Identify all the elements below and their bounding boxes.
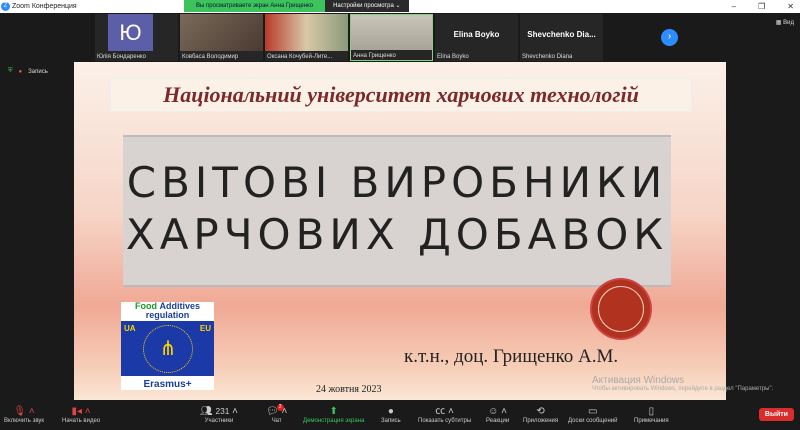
participant-strip: Ю Юлія Бондаренко Ковбаса Володимир Оксан… bbox=[95, 14, 603, 61]
recording-indicator: ⛨ ● Запись bbox=[8, 68, 48, 75]
erasmus-logo: Food Additives regulation UA EU ⋔ Erasmu… bbox=[121, 302, 214, 390]
slide-title: СВІТОВІ ВИРОБНИКИ ХАРЧОВИХ ДОБАВОК bbox=[123, 135, 671, 287]
chat-label: Чат bbox=[271, 418, 282, 424]
video-feed bbox=[180, 14, 263, 51]
share-banner: Вы просматриваете экран Анна Грищенко На… bbox=[184, 0, 409, 12]
reactions-button[interactable]: ☺ ˄ Реакции bbox=[486, 405, 509, 424]
mic-muted-icon: 🎙︎ ˄ bbox=[13, 406, 35, 417]
participant-name: Shevchenko Diana bbox=[522, 54, 573, 60]
date: 24 жовтня 2023 bbox=[316, 384, 382, 395]
reactions-label: Реакции bbox=[486, 418, 510, 424]
video-feed bbox=[265, 14, 348, 51]
share-status: Вы просматриваете экран Анна Грищенко bbox=[184, 0, 326, 12]
author: к.т.н., доц. Грищенко А.М. bbox=[404, 346, 619, 367]
next-page-chevron-icon[interactable]: › bbox=[661, 29, 678, 46]
notes-button[interactable]: ▯ Примечания bbox=[634, 405, 669, 424]
participant-name: Ковбаса Володимир bbox=[182, 54, 239, 60]
maximize-button[interactable]: ❐ bbox=[758, 0, 765, 13]
shared-slide: Національний університет харчових технол… bbox=[74, 62, 726, 400]
start-video-label: Начать видео bbox=[62, 418, 101, 424]
participant-name: Оксана Кочубей-Лите... bbox=[267, 54, 333, 60]
logo-erasmus: Erasmus+ bbox=[143, 379, 192, 390]
unmute-label: Включить звук bbox=[4, 418, 45, 424]
participants-count: 231 bbox=[215, 406, 230, 416]
video-off-icon: ▮◂ ˄ bbox=[71, 406, 91, 417]
recording-label: Запись bbox=[28, 68, 48, 75]
share-label: Демонстрация экрана bbox=[303, 418, 365, 424]
trident-icon: ⋔ bbox=[143, 325, 193, 373]
share-screen-icon: ⬆ bbox=[329, 406, 338, 417]
whiteboards-label: Доски сообщений bbox=[568, 418, 618, 424]
participant-display-name: Elina Boyko bbox=[453, 30, 500, 39]
window-controls: – ❐ ✕ bbox=[732, 0, 794, 13]
shield-icon: ⛨ bbox=[8, 68, 13, 74]
view-options-button[interactable]: Настройки просмотра ⌄ bbox=[325, 0, 409, 12]
captions-button[interactable]: ㏄ ˄ Показать субтитры bbox=[418, 405, 471, 424]
apps-icon: ⟲ bbox=[536, 406, 545, 417]
windows-activation-watermark: Активация Windows Чтобы активировать Win… bbox=[592, 375, 773, 392]
participant-tile[interactable]: Ковбаса Володимир bbox=[180, 14, 263, 61]
title-line-1: СВІТОВІ ВИРОБНИКИ bbox=[126, 158, 668, 207]
close-button[interactable]: ✕ bbox=[787, 0, 794, 13]
record-icon: ● bbox=[387, 406, 394, 417]
chat-button[interactable]: 💬︎ ˄ 2 Чат bbox=[266, 404, 287, 424]
minimize-button[interactable]: – bbox=[732, 0, 736, 13]
whiteboard-icon: ▭ bbox=[588, 406, 598, 417]
participants-button[interactable]: 👥︎ 231 ˄ Участники bbox=[200, 405, 238, 424]
participant-tile[interactable]: Elina Boyko Elina Boyko bbox=[435, 14, 518, 61]
unmute-button[interactable]: 🎙︎ ˄ Включить звук bbox=[4, 405, 44, 424]
logo-eu: EU bbox=[199, 324, 211, 333]
watermark-subtitle: Чтобы активировать Windows, перейдите в … bbox=[592, 386, 774, 392]
record-dot-icon: ● bbox=[18, 68, 23, 75]
view-button[interactable]: ▦ Вид bbox=[776, 19, 794, 26]
avatar: Ю bbox=[108, 14, 153, 51]
record-label: Запись bbox=[381, 418, 401, 424]
participant-tile[interactable]: Оксана Кочубей-Лите... bbox=[265, 14, 348, 61]
participant-display-name: Shevchenko Dia... bbox=[527, 30, 596, 39]
captions-label: Показать субтитры bbox=[418, 418, 472, 424]
logo-regulation: regulation bbox=[145, 310, 190, 320]
smiley-icon: ☺ ˄ bbox=[488, 406, 507, 417]
university-name: Національний університет харчових технол… bbox=[110, 78, 692, 112]
title-line-2: ХАРЧОВИХ ДОБАВОК bbox=[125, 210, 669, 259]
participants-icon: 👥︎ 231 ˄ bbox=[200, 406, 239, 417]
participant-name: Elina Boyko bbox=[437, 54, 469, 60]
participant-tile[interactable]: Анна Грищенко bbox=[350, 14, 433, 61]
notes-label: Примечания bbox=[634, 418, 669, 424]
whiteboards-button[interactable]: ▭ Доски сообщений bbox=[568, 405, 618, 424]
chat-badge: 2 bbox=[276, 404, 284, 411]
participant-tile[interactable]: Shevchenko Dia... Shevchenko Diana bbox=[520, 14, 603, 61]
participant-tile[interactable]: Ю Юлія Бондаренко bbox=[95, 14, 178, 61]
view-label: Вид bbox=[783, 20, 794, 26]
watermark-title: Активация Windows bbox=[592, 375, 685, 386]
seal-decoration bbox=[592, 280, 650, 338]
notes-icon: ▯ bbox=[648, 406, 655, 417]
meeting-toolbar: 🎙︎ ˄ Включить звук ▮◂ ˄ Начать видео 👥︎ 23… bbox=[0, 402, 800, 430]
start-video-button[interactable]: ▮◂ ˄ Начать видео bbox=[62, 405, 100, 424]
logo-ua: UA bbox=[124, 324, 136, 333]
share-screen-button[interactable]: ⬆ Демонстрация экрана bbox=[303, 405, 364, 424]
apps-button[interactable]: ⟲ Приложения bbox=[523, 405, 558, 424]
participant-name: Анна Грищенко bbox=[353, 53, 396, 59]
apps-label: Приложения bbox=[523, 418, 559, 424]
record-button[interactable]: ● Запись bbox=[381, 405, 401, 424]
participant-name: Юлія Бондаренко bbox=[97, 54, 146, 60]
leave-button[interactable]: Выйти bbox=[758, 408, 794, 421]
video-feed bbox=[351, 15, 432, 50]
cc-icon: ㏄ ˄ bbox=[435, 406, 454, 417]
window-title: Zoom Конференция bbox=[12, 3, 77, 10]
participants-label: Участники bbox=[204, 418, 234, 424]
zoom-logo-icon: Z bbox=[1, 2, 10, 11]
